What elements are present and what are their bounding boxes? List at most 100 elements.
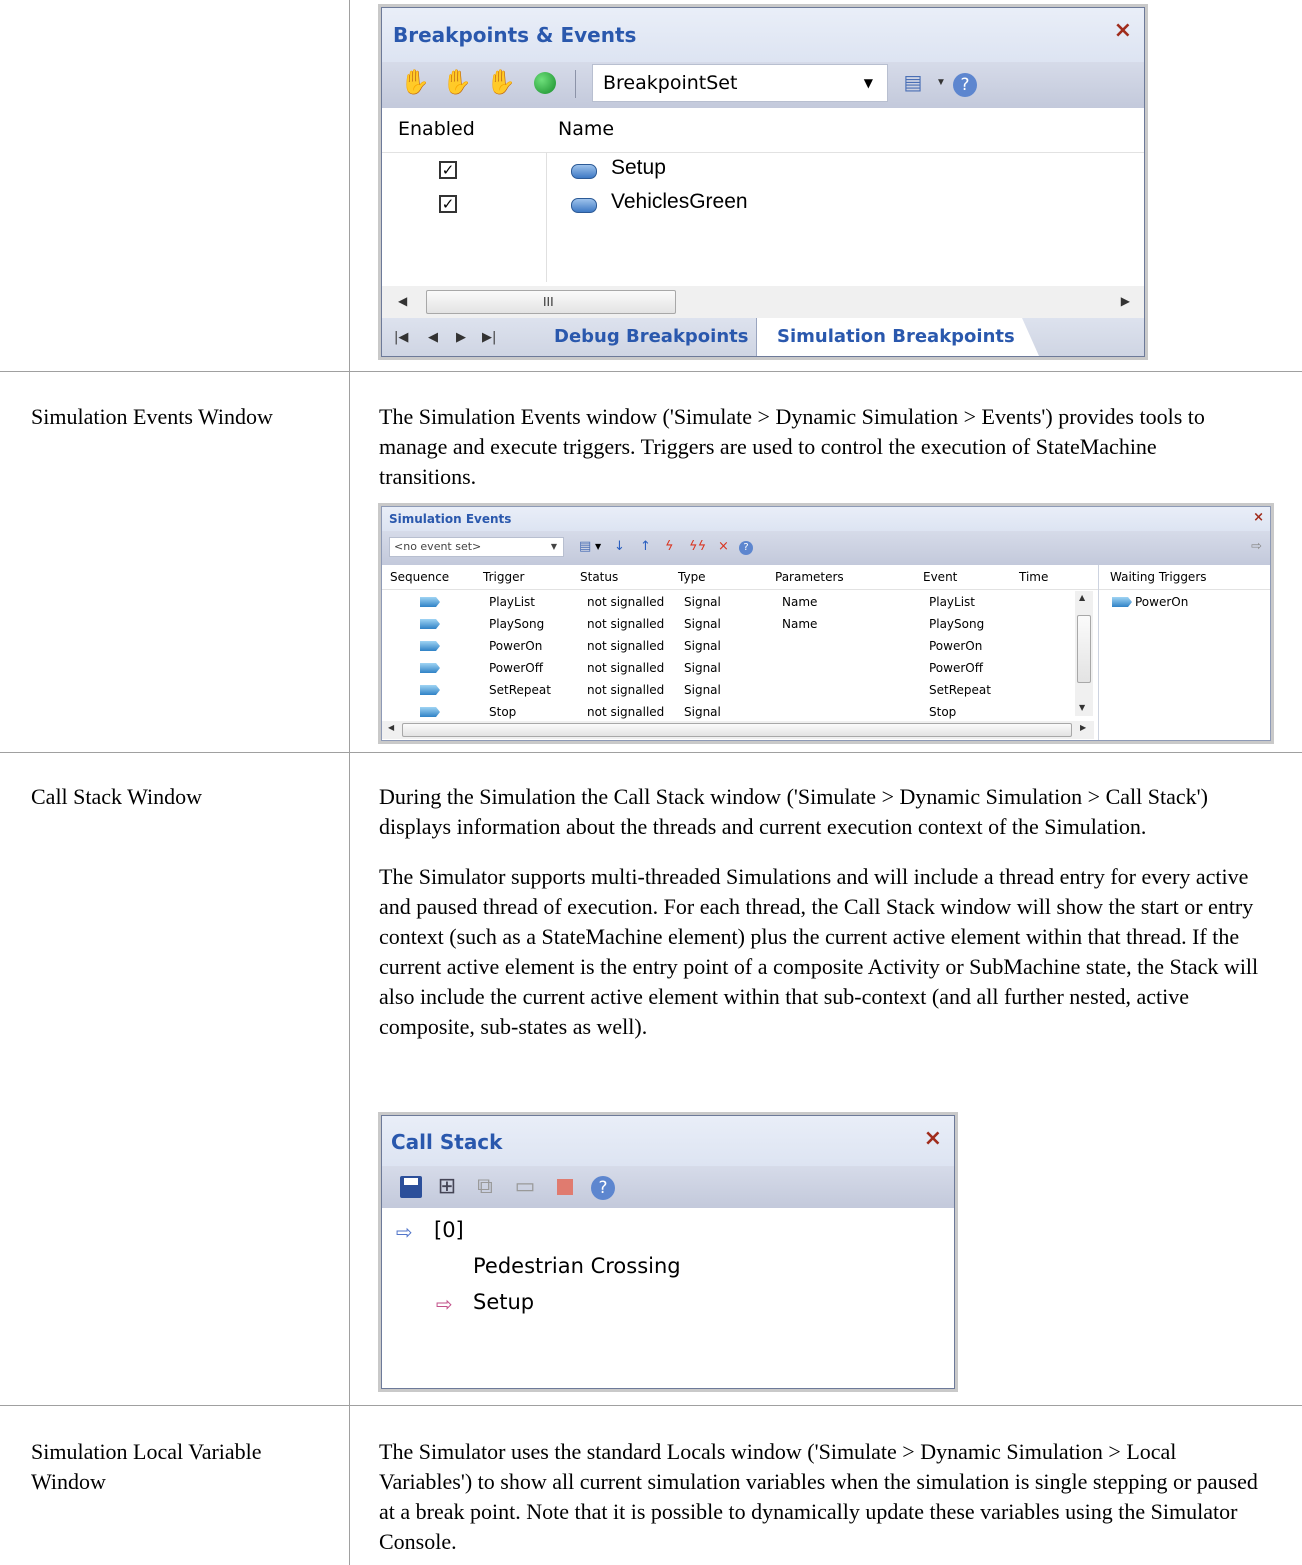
breakpoint-name[interactable]: VehiclesGreen: [611, 190, 748, 214]
trigger-flag-icon: [420, 685, 440, 695]
tab-simulation-breakpoints[interactable]: Simulation Breakpoints: [756, 318, 1039, 356]
next-tab-icon[interactable]: ▶: [456, 330, 466, 345]
close-icon[interactable]: ×: [1253, 510, 1264, 525]
copy-icon[interactable]: ⧉: [470, 1172, 500, 1202]
window-title: Call Stack: [391, 1130, 503, 1154]
window-title: Simulation Events: [389, 512, 512, 526]
table-left-column-divider: [349, 0, 350, 1565]
breakpoint-icon: [571, 198, 597, 213]
thread-arrow-icon: ⇨: [396, 1220, 413, 1244]
trigger-cell: PlaySong: [489, 617, 545, 631]
scrollbar-thumb[interactable]: [402, 723, 1072, 737]
hand-icon[interactable]: ✋: [400, 68, 430, 98]
breakpoint-name[interactable]: Setup: [611, 156, 666, 180]
type-cell: Signal: [684, 705, 721, 719]
close-icon[interactable]: ×: [924, 1126, 942, 1151]
event-cell: PowerOn: [929, 639, 983, 653]
hand-delete-icon[interactable]: ✋: [442, 68, 472, 98]
minus-icon[interactable]: ▭: [510, 1172, 540, 1202]
move-down-icon[interactable]: ↓: [614, 539, 625, 555]
trigger-flag-icon: [420, 619, 440, 629]
scroll-right-icon[interactable]: ▶: [1121, 294, 1130, 308]
local-variables-description: The Simulator uses the standard Locals w…: [379, 1439, 1258, 1554]
scroll-up-icon[interactable]: ▲: [1079, 593, 1085, 602]
trigger-cell: PowerOff: [489, 661, 543, 675]
row-divider: [0, 1405, 1302, 1406]
trigger-cell: PowerOn: [489, 639, 543, 653]
column-header-trigger[interactable]: Trigger: [483, 570, 524, 584]
status-cell: not signalled: [587, 661, 665, 675]
status-cell: not signalled: [587, 639, 665, 653]
column-header-name[interactable]: Name: [558, 118, 614, 140]
column-header-time[interactable]: Time: [1019, 570, 1048, 584]
hierarchy-icon[interactable]: ⊞: [432, 1172, 462, 1202]
events-table-header: Sequence Trigger Status Type Parameters …: [382, 565, 1270, 590]
scroll-down-icon[interactable]: ▼: [1079, 703, 1085, 712]
first-tab-icon[interactable]: |◀: [394, 330, 408, 345]
enabled-checkbox[interactable]: ✓: [439, 195, 457, 213]
save-icon[interactable]: [396, 1172, 426, 1202]
move-up-icon[interactable]: ↑: [640, 539, 651, 555]
call-stack-window: Call Stack × ⊞ ⧉ ▭ ? ⇨ [0] Pedestrian Cr…: [378, 1112, 958, 1392]
list-icon[interactable]: ▤: [898, 68, 928, 98]
hand-outline-icon[interactable]: ✋: [486, 68, 516, 98]
list-icon[interactable]: ▤: [579, 539, 591, 555]
forward-arrow-icon[interactable]: ⇨: [1251, 539, 1262, 555]
chevron-down-icon: ▼: [863, 76, 873, 90]
enabled-checkbox[interactable]: ✓: [439, 161, 457, 179]
trigger-flag-icon: [420, 663, 440, 673]
scroll-right-icon[interactable]: ▶: [1080, 723, 1086, 732]
scroll-left-icon[interactable]: ◀: [398, 294, 407, 308]
window-title: Breakpoints & Events: [393, 23, 637, 47]
list-header: Enabled Name: [382, 108, 1144, 153]
chevron-down-icon: ▼: [550, 542, 557, 551]
thread-label[interactable]: [0]: [434, 1218, 464, 1242]
tab-debug-breakpoints[interactable]: Debug Breakpoints: [554, 326, 748, 347]
vertical-scrollbar[interactable]: ▲ ▼: [1075, 591, 1093, 716]
row-label-call-stack: Call Stack Window: [31, 784, 203, 809]
scroll-left-icon[interactable]: ◀: [388, 723, 394, 732]
scrollbar-thumb[interactable]: [1077, 615, 1091, 683]
close-icon[interactable]: ×: [1114, 18, 1132, 43]
row-label-local-variables: Simulation Local Variable Window: [31, 1439, 262, 1494]
column-header-sequence[interactable]: Sequence: [390, 570, 449, 584]
horizontal-scrollbar[interactable]: ◀ III ▶: [382, 286, 1144, 318]
simulation-events-description: The Simulation Events window ('Simulate …: [379, 404, 1205, 489]
type-cell: Signal: [684, 661, 721, 675]
window-title-bar: Call Stack: [382, 1116, 954, 1166]
call-stack-details: The Simulator supports multi-threaded Si…: [379, 864, 1259, 1039]
horizontal-scrollbar[interactable]: ◀ ▶: [382, 721, 1094, 739]
last-tab-icon[interactable]: ▶|: [482, 330, 496, 345]
column-header-waiting-triggers[interactable]: Waiting Triggers: [1110, 570, 1207, 584]
event-cell: Stop: [929, 705, 957, 719]
column-header-type[interactable]: Type: [678, 570, 706, 584]
column-header-enabled[interactable]: Enabled: [398, 118, 475, 140]
help-icon[interactable]: ?: [588, 1172, 618, 1202]
column-header-event[interactable]: Event: [923, 570, 957, 584]
pane-splitter[interactable]: [1098, 565, 1099, 740]
help-icon[interactable]: ?: [950, 68, 980, 98]
record-icon[interactable]: [530, 68, 560, 98]
breakpoints-events-window: Breakpoints & Events × ✋ ✋ ✋ BreakpointS…: [378, 4, 1148, 360]
stop-icon[interactable]: [550, 1172, 580, 1202]
type-cell: Signal: [684, 639, 721, 653]
row-divider: [0, 752, 1302, 753]
column-header-status[interactable]: Status: [580, 570, 618, 584]
breakpoint-set-value: BreakpointSet: [603, 72, 738, 94]
trigger-icon[interactable]: ϟ: [665, 539, 674, 555]
scrollbar-thumb[interactable]: III: [426, 290, 676, 314]
help-icon[interactable]: ?: [739, 539, 753, 555]
column-header-parameters[interactable]: Parameters: [775, 570, 844, 584]
event-set-select[interactable]: <no event set> ▼: [389, 537, 564, 557]
current-element-label[interactable]: Setup: [473, 1290, 534, 1314]
prev-tab-icon[interactable]: ◀: [428, 330, 438, 345]
row-label-simulation-events: Simulation Events Window: [31, 404, 273, 429]
event-set-value: <no event set>: [394, 540, 482, 553]
waiting-trigger-label: PowerOn: [1135, 595, 1189, 609]
context-label[interactable]: Pedestrian Crossing: [473, 1254, 681, 1278]
chevron-down-icon[interactable]: ▼: [595, 539, 601, 555]
trigger-cell: SetRepeat: [489, 683, 551, 697]
delete-icon[interactable]: ×: [718, 539, 729, 555]
trigger-all-icon[interactable]: ϟϟ: [689, 539, 706, 555]
breakpoint-set-select[interactable]: BreakpointSet ▼: [592, 64, 888, 102]
